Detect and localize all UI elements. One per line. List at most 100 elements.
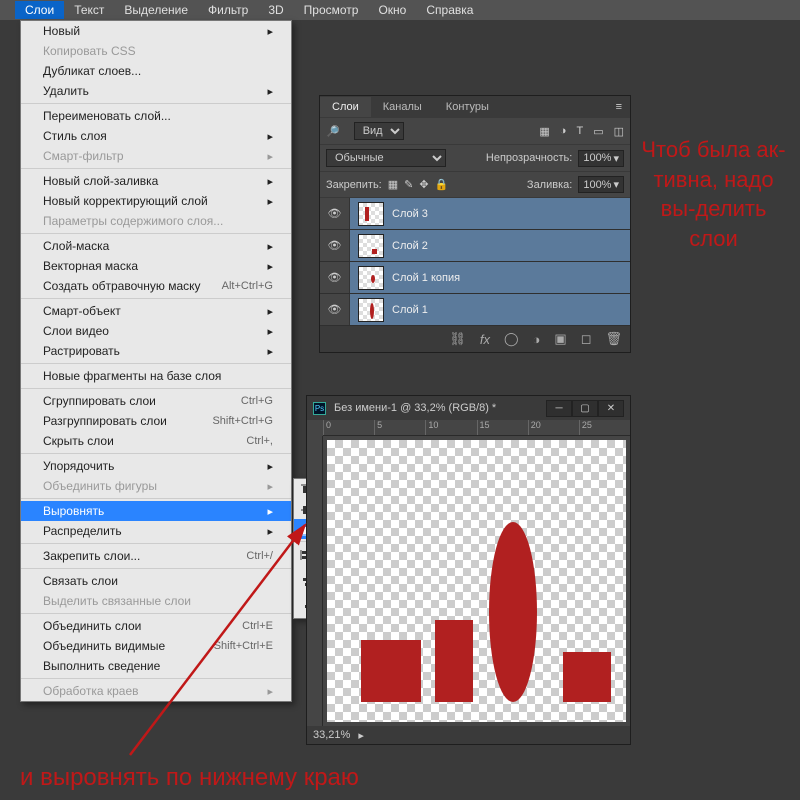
zoom-readout[interactable]: 33,21%: [313, 729, 350, 741]
ruler-vertical[interactable]: [307, 436, 323, 726]
filter-search-icon[interactable]: 🔎: [326, 125, 340, 138]
menu-window[interactable]: Окно: [368, 1, 416, 19]
visibility-toggle-icon[interactable]: 👁: [320, 294, 350, 325]
link-layers-icon[interactable]: ⛓: [449, 331, 466, 347]
visibility-toggle-icon[interactable]: 👁: [320, 262, 350, 293]
filter-shape-icon[interactable]: ▭: [593, 125, 603, 138]
window-minimize-button[interactable]: ─: [546, 400, 572, 417]
layer-row[interactable]: 👁 Слой 2: [320, 230, 630, 262]
filter-kind-select[interactable]: Вид: [354, 122, 404, 140]
document-title: Без имени-1 @ 33,2% (RGB/8) *: [334, 402, 496, 414]
menu-view[interactable]: Просмотр: [294, 1, 369, 19]
document-titlebar[interactable]: Ps Без имени-1 @ 33,2% (RGB/8) * ─ ▢ ✕: [307, 396, 630, 420]
panel-menu-icon[interactable]: ≡: [608, 97, 630, 117]
layer-thumbnail[interactable]: [358, 234, 384, 258]
status-chevron-icon[interactable]: ▸: [358, 729, 364, 742]
fill-input[interactable]: 100%▾: [578, 176, 624, 193]
visibility-toggle-icon[interactable]: 👁: [320, 230, 350, 261]
menu-item[interactable]: Закрепить слои...Ctrl+/: [21, 546, 291, 566]
layer-row[interactable]: 👁 Слой 3: [320, 198, 630, 230]
menu-item[interactable]: Слои видео: [21, 321, 291, 341]
menu-item[interactable]: Новый: [21, 21, 291, 41]
lock-transparency-icon[interactable]: ▦: [388, 178, 398, 191]
blend-mode-select[interactable]: Обычные: [326, 149, 446, 167]
menu-item[interactable]: Слой-маска: [21, 236, 291, 256]
ps-icon: Ps: [313, 402, 326, 415]
menu-item[interactable]: Новый корректирующий слой: [21, 191, 291, 211]
tab-channels[interactable]: Каналы: [371, 97, 434, 117]
annotation-right: Чтоб была ак-тивна, надо вы-делить слои: [641, 135, 786, 254]
menu-item: Обработка краев: [21, 681, 291, 701]
menu-item[interactable]: Смарт-объект: [21, 301, 291, 321]
layer-row[interactable]: 👁 Слой 1: [320, 294, 630, 326]
layer-name[interactable]: Слой 2: [392, 240, 428, 252]
menu-filter[interactable]: Фильтр: [198, 1, 258, 19]
panel-footer: ⛓ fx ◯ ◑ ▣ ◻ 🗑: [320, 326, 630, 352]
window-maximize-button[interactable]: ▢: [572, 400, 598, 417]
opacity-input[interactable]: 100%▾: [578, 150, 624, 167]
canvas[interactable]: [327, 440, 626, 722]
menu-item[interactable]: Новый слой-заливка: [21, 171, 291, 191]
menu-item[interactable]: Разгруппировать слоиShift+Ctrl+G: [21, 411, 291, 431]
new-layer-icon[interactable]: ◻: [581, 331, 592, 347]
visibility-toggle-icon[interactable]: 👁: [320, 198, 350, 229]
layer-row[interactable]: 👁 Слой 1 копия: [320, 262, 630, 294]
menu-item[interactable]: Удалить: [21, 81, 291, 101]
layer-thumbnail[interactable]: [358, 298, 384, 322]
menu-selection[interactable]: Выделение: [114, 1, 198, 19]
filter-adjust-icon[interactable]: ◑: [560, 125, 567, 138]
menu-item[interactable]: Переименовать слой...: [21, 106, 291, 126]
menu-item: Смарт-фильтр: [21, 146, 291, 166]
menu-item[interactable]: Сгруппировать слоиCtrl+G: [21, 391, 291, 411]
lock-pixels-icon[interactable]: ✎: [404, 178, 413, 191]
menu-item[interactable]: Векторная маска: [21, 256, 291, 276]
lock-all-icon[interactable]: 🔒: [435, 178, 449, 191]
layer-name[interactable]: Слой 1: [392, 304, 428, 316]
menu-3d[interactable]: 3D: [258, 1, 293, 19]
document-status-bar: 33,21% ▸: [307, 726, 630, 744]
menu-item[interactable]: Растрировать: [21, 341, 291, 361]
filter-type-icon[interactable]: T: [576, 125, 583, 138]
layers-list: 👁 Слой 3 👁 Слой 2 👁 Слой 1 копия 👁 Слой 1: [320, 198, 630, 326]
delete-layer-icon[interactable]: 🗑: [605, 331, 622, 347]
layer-name[interactable]: Слой 1 копия: [392, 272, 460, 284]
ruler-horizontal[interactable]: 0510152025: [323, 420, 630, 436]
menu-item[interactable]: Стиль слоя: [21, 126, 291, 146]
shape-rect-1: [361, 640, 421, 702]
layer-thumbnail[interactable]: [358, 266, 384, 290]
document-window: Ps Без имени-1 @ 33,2% (RGB/8) * ─ ▢ ✕ 0…: [306, 395, 631, 745]
menu-item[interactable]: Скрыть слоиCtrl+,: [21, 431, 291, 451]
menu-item[interactable]: Объединить видимыеShift+Ctrl+E: [21, 636, 291, 656]
menu-item[interactable]: Выровнять: [21, 501, 291, 521]
menu-item[interactable]: Выполнить сведение: [21, 656, 291, 676]
layer-fx-icon[interactable]: fx: [480, 332, 490, 347]
filter-pixel-icon[interactable]: ▦: [539, 125, 549, 138]
menu-item[interactable]: Создать обтравочную маскуAlt+Ctrl+G: [21, 276, 291, 296]
menu-item[interactable]: Объединить слоиCtrl+E: [21, 616, 291, 636]
layer-name[interactable]: Слой 3: [392, 208, 428, 220]
menu-item[interactable]: Упорядочить: [21, 456, 291, 476]
window-close-button[interactable]: ✕: [598, 400, 624, 417]
lock-position-icon[interactable]: ✥: [419, 178, 428, 191]
menu-item: Объединить фигуры: [21, 476, 291, 496]
layer-mask-icon[interactable]: ◯: [504, 331, 519, 347]
shape-rect-2: [435, 620, 473, 702]
layer-adjust-icon[interactable]: ◑: [533, 332, 541, 347]
tab-paths[interactable]: Контуры: [434, 97, 501, 117]
menu-help[interactable]: Справка: [416, 1, 483, 19]
tab-layers[interactable]: Слои: [320, 97, 371, 117]
menu-layers[interactable]: Слои: [15, 1, 64, 19]
menu-item: Копировать CSS: [21, 41, 291, 61]
filter-smart-icon[interactable]: ◫: [614, 125, 624, 138]
shape-rect-3: [563, 652, 611, 702]
menu-text[interactable]: Текст: [64, 1, 114, 19]
menu-item[interactable]: Новые фрагменты на базе слоя: [21, 366, 291, 386]
layer-thumbnail[interactable]: [358, 202, 384, 226]
layers-panel: Слои Каналы Контуры ≡ 🔎 Вид ▦ ◑ T ▭ ◫ Об…: [319, 95, 631, 353]
menu-item: Параметры содержимого слоя...: [21, 211, 291, 231]
menu-item[interactable]: Связать слои: [21, 571, 291, 591]
menu-item[interactable]: Дубликат слоев...: [21, 61, 291, 81]
menu-item[interactable]: Распределить: [21, 521, 291, 541]
layer-group-icon[interactable]: ▣: [554, 331, 566, 347]
shape-ellipse: [489, 522, 537, 702]
